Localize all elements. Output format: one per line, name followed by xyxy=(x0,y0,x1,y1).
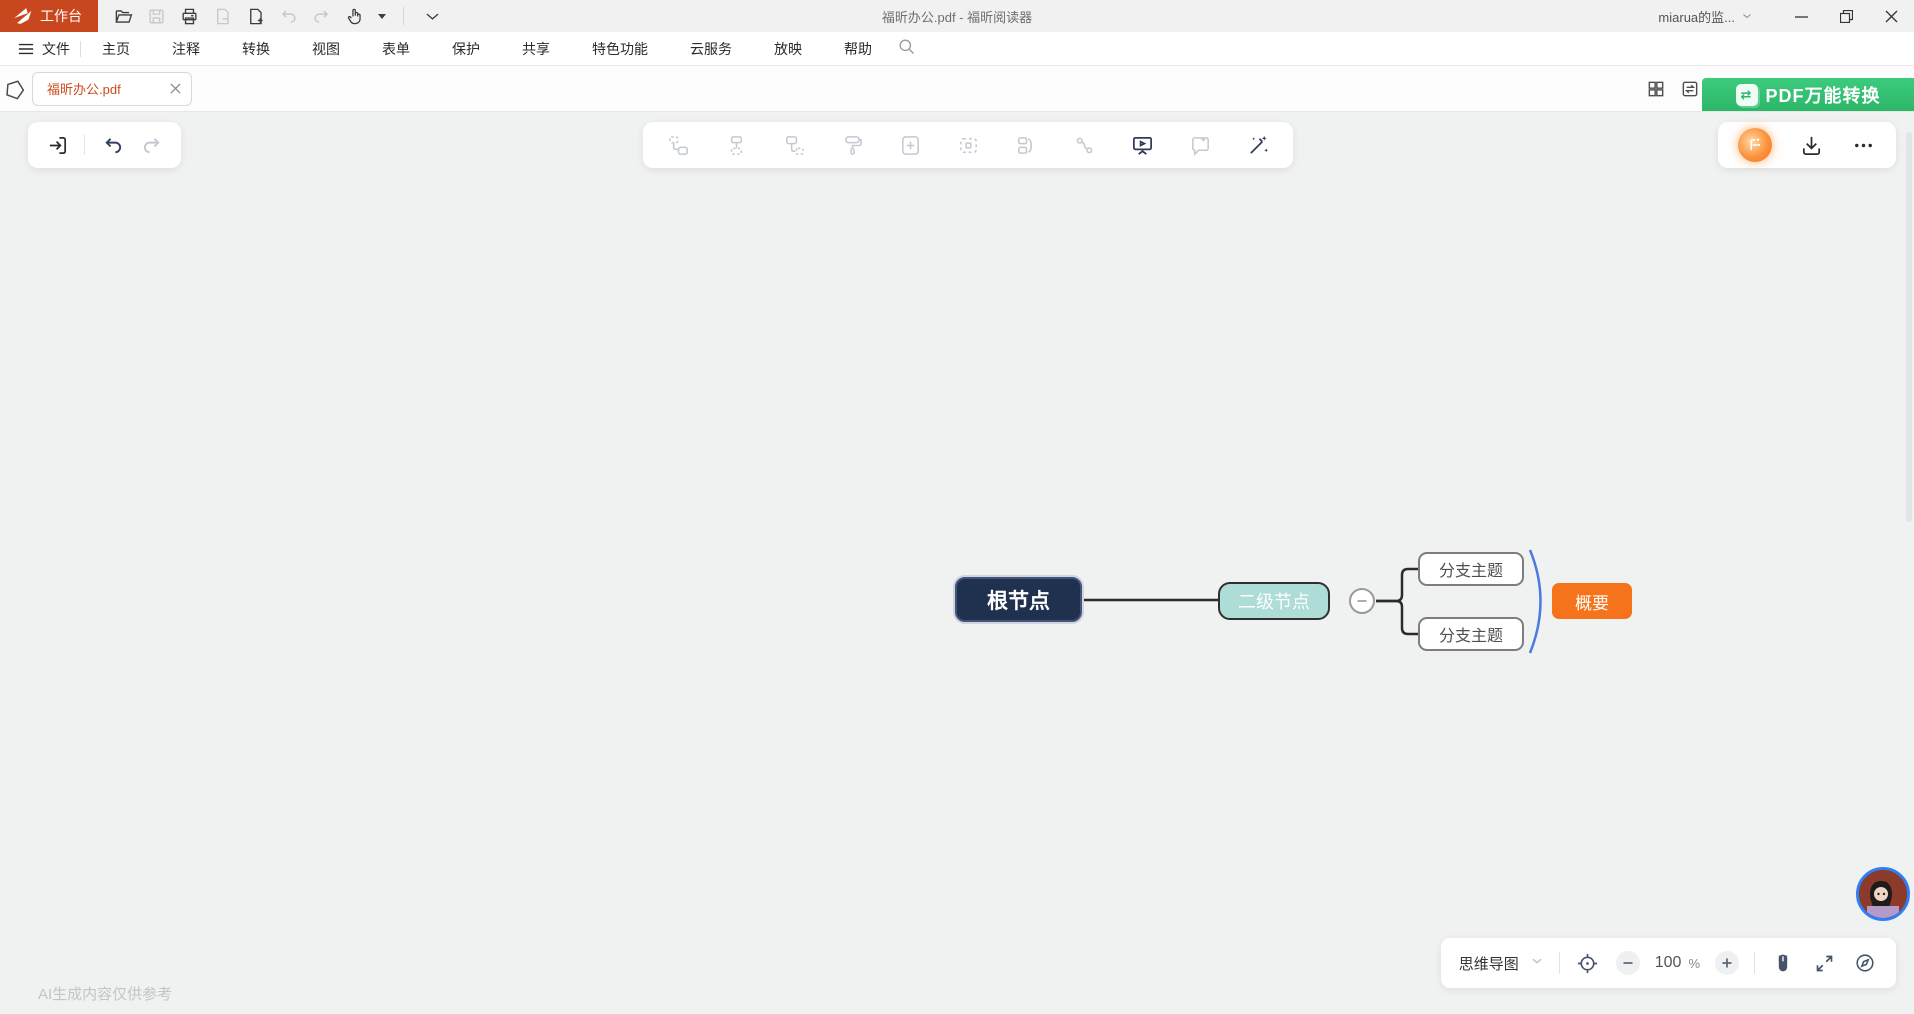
vertical-scrollbar[interactable] xyxy=(1906,132,1912,522)
menu-cloud[interactable]: 云服务 xyxy=(669,39,753,59)
menu-view[interactable]: 视图 xyxy=(291,39,361,59)
mindmap-root-node[interactable]: 根节点 xyxy=(955,577,1082,622)
add-sibling-topic-icon[interactable] xyxy=(665,132,691,158)
divider xyxy=(84,135,85,155)
fullscreen-icon[interactable] xyxy=(1811,950,1837,976)
mindmap-summary-node[interactable]: 概要 xyxy=(1552,583,1632,619)
add-subtopic-icon[interactable] xyxy=(781,132,807,158)
convert-button-label: PDF万能转换 xyxy=(1766,82,1881,108)
menu-file[interactable]: 文件 xyxy=(14,39,80,59)
open-file-icon[interactable] xyxy=(112,5,134,27)
more-options-icon[interactable] xyxy=(1850,132,1876,158)
switch-document-icon[interactable] xyxy=(1680,79,1700,99)
start-page-icon[interactable] xyxy=(2,76,28,102)
menu-features[interactable]: 特色功能 xyxy=(571,39,669,59)
zoom-unit: % xyxy=(1688,956,1700,971)
format-painter-icon[interactable] xyxy=(839,132,865,158)
mindmap-branch-node-2[interactable]: 分支主题 xyxy=(1418,617,1524,651)
mindmap-undo-icon[interactable] xyxy=(99,132,125,158)
search-icon[interactable] xyxy=(897,37,916,61)
relation-line-icon[interactable] xyxy=(1071,132,1097,158)
tab-label: 福昕办公.pdf xyxy=(47,79,121,98)
hamburger-icon xyxy=(18,42,34,56)
redo-icon[interactable] xyxy=(310,5,332,27)
menu-comment[interactable]: 注释 xyxy=(151,39,221,59)
mindmap-redo-icon[interactable] xyxy=(139,132,165,158)
document-tab[interactable]: 福昕办公.pdf xyxy=(32,72,192,106)
add-child-topic-icon[interactable] xyxy=(723,132,749,158)
center-view-icon[interactable] xyxy=(1575,950,1601,976)
overview-compass-icon[interactable] xyxy=(1852,950,1878,976)
download-icon[interactable] xyxy=(1798,132,1824,158)
mindmap-ai-badge-icon[interactable] xyxy=(1738,128,1772,162)
quick-access-toolbar xyxy=(112,5,443,27)
exit-mindmap-icon[interactable] xyxy=(44,132,70,158)
hand-tool-caret[interactable] xyxy=(378,14,386,19)
mindmap-secondary-node[interactable]: 二级节点 xyxy=(1218,582,1330,620)
mouse-mode-icon[interactable] xyxy=(1770,950,1796,976)
ai-magic-wand-icon[interactable] xyxy=(1245,132,1271,158)
mindmap-branch-node-1[interactable]: 分支主题 xyxy=(1418,552,1524,586)
menu-home[interactable]: 主页 xyxy=(81,39,151,59)
chevron-down-icon xyxy=(1741,10,1753,22)
menu-form[interactable]: 表单 xyxy=(361,39,431,59)
add-page-icon[interactable] xyxy=(244,5,266,27)
collapse-node-button[interactable] xyxy=(1349,588,1375,614)
user-name: miarua的监... xyxy=(1658,7,1735,26)
menu-item-label: 文件 xyxy=(42,39,70,59)
close-button[interactable] xyxy=(1869,0,1914,32)
pdf-convert-button[interactable]: ⇄ PDF万能转换 xyxy=(1702,78,1914,111)
menu-help[interactable]: 帮助 xyxy=(823,39,893,59)
menu-present[interactable]: 放映 xyxy=(753,39,823,59)
mindmap-connectors xyxy=(0,112,1914,1014)
divider xyxy=(1754,952,1755,974)
delete-page-icon[interactable] xyxy=(211,5,233,27)
print-icon[interactable] xyxy=(178,5,200,27)
history-panel xyxy=(28,122,181,168)
tab-close-icon[interactable] xyxy=(170,83,181,94)
diagram-mode-label[interactable]: 思维导图 xyxy=(1459,953,1519,974)
tab-bar: 福昕办公.pdf ⇄ PDF万能转换 xyxy=(0,66,1914,112)
divider xyxy=(403,7,404,25)
select-area-icon[interactable] xyxy=(955,132,981,158)
tab-grid-view-icon[interactable] xyxy=(1646,79,1666,99)
user-avatar[interactable] xyxy=(1856,867,1910,921)
hand-tool-icon[interactable] xyxy=(343,5,365,27)
presentation-icon[interactable] xyxy=(1129,132,1155,158)
user-account[interactable]: miarua的监... xyxy=(1658,7,1753,26)
menu-convert[interactable]: 转换 xyxy=(221,39,291,59)
ai-disclaimer: AI生成内容仅供参考 xyxy=(38,983,172,1004)
mode-chevron-icon[interactable] xyxy=(1530,954,1544,973)
comment-sparkle-icon[interactable] xyxy=(1187,132,1213,158)
summary-icon[interactable] xyxy=(1013,132,1039,158)
zoom-value: 100 xyxy=(1655,954,1682,972)
menu-share[interactable]: 共享 xyxy=(501,39,571,59)
save-icon[interactable] xyxy=(145,5,167,27)
insert-node-icon[interactable] xyxy=(897,132,923,158)
foxit-logo-icon xyxy=(12,7,32,25)
avatar-image xyxy=(1859,870,1907,918)
restore-button[interactable] xyxy=(1824,0,1869,32)
customize-toolbar-icon[interactable] xyxy=(421,5,443,27)
menu-protect[interactable]: 保护 xyxy=(431,39,501,59)
title-bar: 工作台 福昕办公.pdf - 福昕阅读器 miarua的监... xyxy=(0,0,1914,32)
zoom-out-button[interactable] xyxy=(1616,951,1640,975)
mindmap-toolbar xyxy=(643,122,1293,168)
minimize-button[interactable] xyxy=(1779,0,1824,32)
undo-icon[interactable] xyxy=(277,5,299,27)
swap-glyph: ⇄ xyxy=(1741,87,1753,103)
mindmap-canvas[interactable]: 根节点 二级节点 分支主题 分支主题 概要 思维导图 100 % AI生成内容仅… xyxy=(0,112,1914,1014)
workspace-label: 工作台 xyxy=(40,6,82,26)
workspace-button[interactable]: 工作台 xyxy=(0,0,98,32)
swap-icon: ⇄ xyxy=(1736,84,1758,106)
view-control-bar: 思维导图 100 % xyxy=(1441,938,1896,988)
menu-bar: 文件 主页 注释 转换 视图 表单 保护 共享 特色功能 云服务 放映 帮助 xyxy=(0,32,1914,66)
divider xyxy=(1559,952,1560,974)
export-panel xyxy=(1718,122,1896,168)
zoom-in-button[interactable] xyxy=(1715,951,1739,975)
